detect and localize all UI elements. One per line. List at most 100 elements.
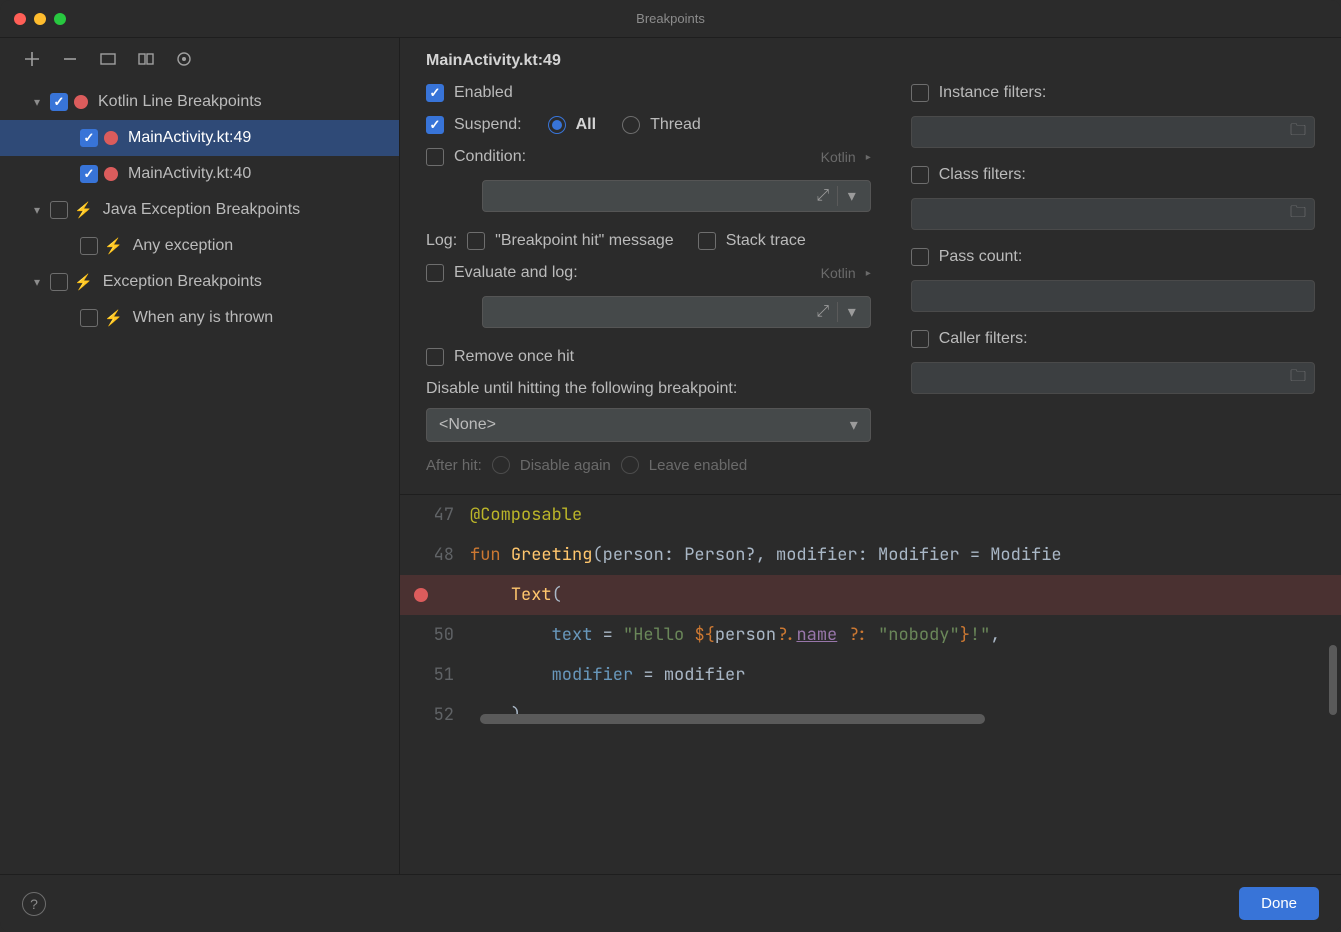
folder-icon[interactable]: 🗀 <box>1290 119 1306 146</box>
suspend-checkbox[interactable] <box>426 116 444 134</box>
checkbox[interactable] <box>80 237 98 255</box>
class-filters-label: Class filters: <box>939 166 1026 184</box>
group-by-file-icon[interactable] <box>136 49 156 69</box>
done-button[interactable]: Done <box>1239 887 1319 920</box>
horizontal-scrollbar[interactable] <box>480 714 1321 724</box>
checkbox[interactable] <box>50 273 68 291</box>
folder-icon[interactable]: 🗀 <box>1290 365 1306 392</box>
suspend-row: Suspend: All Thread <box>426 116 871 134</box>
minimize-icon[interactable] <box>34 13 46 25</box>
remove-breakpoint-button[interactable] <box>60 49 80 69</box>
code-line: 51 modifier = modifier <box>400 655 1341 695</box>
lightning-icon: ⚡ <box>74 273 93 291</box>
suspend-thread-label: Thread <box>650 116 701 134</box>
condition-checkbox[interactable] <box>426 148 444 166</box>
group-by-package-icon[interactable] <box>98 49 118 69</box>
select-value: <None> <box>439 416 496 434</box>
maximize-icon[interactable] <box>54 13 66 25</box>
group-label: Kotlin Line Breakpoints <box>98 93 262 111</box>
remove-once-label: Remove once hit <box>454 348 574 366</box>
code-line: Text( <box>400 575 1341 615</box>
tree-item-when-any-thrown[interactable]: ⚡ When any is thrown <box>0 300 399 336</box>
enabled-row: Enabled <box>426 84 871 102</box>
view-options-icon[interactable] <box>174 49 194 69</box>
code-line: 47@Composable <box>400 495 1341 535</box>
pass-count-checkbox[interactable] <box>911 248 929 266</box>
pass-count-input[interactable] <box>911 280 1315 312</box>
group-label: Exception Breakpoints <box>103 273 262 291</box>
class-filters-input[interactable]: 🗀 <box>911 198 1315 230</box>
tree-group-kotlin-line[interactable]: ▾ Kotlin Line Breakpoints <box>0 84 399 120</box>
close-icon[interactable] <box>14 13 26 25</box>
code-line: 52 ) <box>400 695 1341 730</box>
tree-group-exception[interactable]: ▾ ⚡ Exception Breakpoints <box>0 264 399 300</box>
tree-item-any-exception[interactable]: ⚡ Any exception <box>0 228 399 264</box>
dialog-footer: ? Done <box>0 874 1341 932</box>
group-label: Java Exception Breakpoints <box>103 201 300 219</box>
folder-icon[interactable]: 🗀 <box>1290 201 1306 228</box>
tree-item-mainactivity-49[interactable]: MainActivity.kt:49 <box>0 120 399 156</box>
eval-row: Evaluate and log: Kotlin ▸ <box>426 264 871 282</box>
caller-filters-checkbox[interactable] <box>911 330 929 348</box>
checkbox[interactable] <box>50 93 68 111</box>
eval-input[interactable]: ⤢ ▾ <box>482 296 871 328</box>
caller-filters-label: Caller filters: <box>939 330 1028 348</box>
condition-row: Condition: Kotlin ▸ <box>426 148 871 166</box>
code-line: 50 text = "Hello ${person?.name ?: "nobo… <box>400 615 1341 655</box>
log-row: Log: "Breakpoint hit" message Stack trac… <box>426 232 871 250</box>
log-hit-label: "Breakpoint hit" message <box>495 232 674 250</box>
instance-filters-checkbox[interactable] <box>911 84 929 102</box>
checkbox[interactable] <box>80 165 98 183</box>
titlebar: Breakpoints <box>0 0 1341 38</box>
after-disable-radio <box>492 456 510 474</box>
chevron-down-icon[interactable]: ▾ <box>30 95 44 109</box>
disable-until-select[interactable]: <None> ▾ <box>426 408 871 442</box>
item-label: MainActivity.kt:49 <box>128 129 251 147</box>
condition-lang-hint: Kotlin <box>821 149 856 165</box>
item-label: MainActivity.kt:40 <box>128 165 251 183</box>
chevron-down-icon[interactable]: ▾ <box>840 300 864 324</box>
expand-icon[interactable]: ⤢ <box>811 300 835 324</box>
after-disable-label: Disable again <box>520 457 611 474</box>
chevron-down-icon[interactable]: ▾ <box>30 203 44 217</box>
enabled-checkbox[interactable] <box>426 84 444 102</box>
suspend-all-label: All <box>576 116 596 134</box>
lightning-icon: ⚡ <box>74 201 93 219</box>
expand-icon[interactable]: ⤢ <box>811 184 835 208</box>
eval-checkbox[interactable] <box>426 264 444 282</box>
checkbox[interactable] <box>80 129 98 147</box>
instance-filters-input[interactable]: 🗀 <box>911 116 1315 148</box>
window-controls <box>14 13 66 25</box>
class-filters-checkbox[interactable] <box>911 166 929 184</box>
checkbox[interactable] <box>50 201 68 219</box>
log-hit-checkbox[interactable] <box>467 232 485 250</box>
suspend-label: Suspend: <box>454 116 522 134</box>
code-preview: 47@Composable48fun Greeting(person: Pers… <box>400 494 1341 730</box>
breakpoints-tree-panel: ▾ Kotlin Line Breakpoints MainActivity.k… <box>0 38 400 874</box>
after-hit-row: After hit: Disable again Leave enabled <box>426 456 871 474</box>
breakpoint-dot-icon[interactable] <box>414 588 428 602</box>
remove-once-checkbox[interactable] <box>426 348 444 366</box>
suspend-thread-radio[interactable] <box>622 116 640 134</box>
caller-filters-input[interactable]: 🗀 <box>911 362 1315 394</box>
breakpoint-dot-icon <box>104 131 118 145</box>
tree-group-java-exception[interactable]: ▾ ⚡ Java Exception Breakpoints <box>0 192 399 228</box>
chevron-down-icon[interactable]: ▾ <box>840 184 864 208</box>
tree-toolbar <box>0 38 399 80</box>
help-button[interactable]: ? <box>22 892 46 916</box>
after-leave-radio <box>621 456 639 474</box>
tree-item-mainactivity-40[interactable]: MainActivity.kt:40 <box>0 156 399 192</box>
vertical-scrollbar[interactable] <box>1329 645 1337 715</box>
breakpoints-dialog: Breakpoints ▾ Kotlin Line Breakpoints <box>0 0 1341 932</box>
lightning-icon: ⚡ <box>104 309 123 327</box>
breakpoint-details-panel: MainActivity.kt:49 Enabled Suspend: All <box>400 38 1341 874</box>
checkbox[interactable] <box>80 309 98 327</box>
remove-once-row: Remove once hit <box>426 348 871 366</box>
add-breakpoint-button[interactable] <box>22 49 42 69</box>
breakpoints-tree[interactable]: ▾ Kotlin Line Breakpoints MainActivity.k… <box>0 80 399 874</box>
log-stack-checkbox[interactable] <box>698 232 716 250</box>
chevron-down-icon[interactable]: ▾ <box>30 275 44 289</box>
condition-input[interactable]: ⤢ ▾ <box>482 180 871 212</box>
suspend-all-radio[interactable] <box>548 116 566 134</box>
item-label: Any exception <box>133 237 234 255</box>
